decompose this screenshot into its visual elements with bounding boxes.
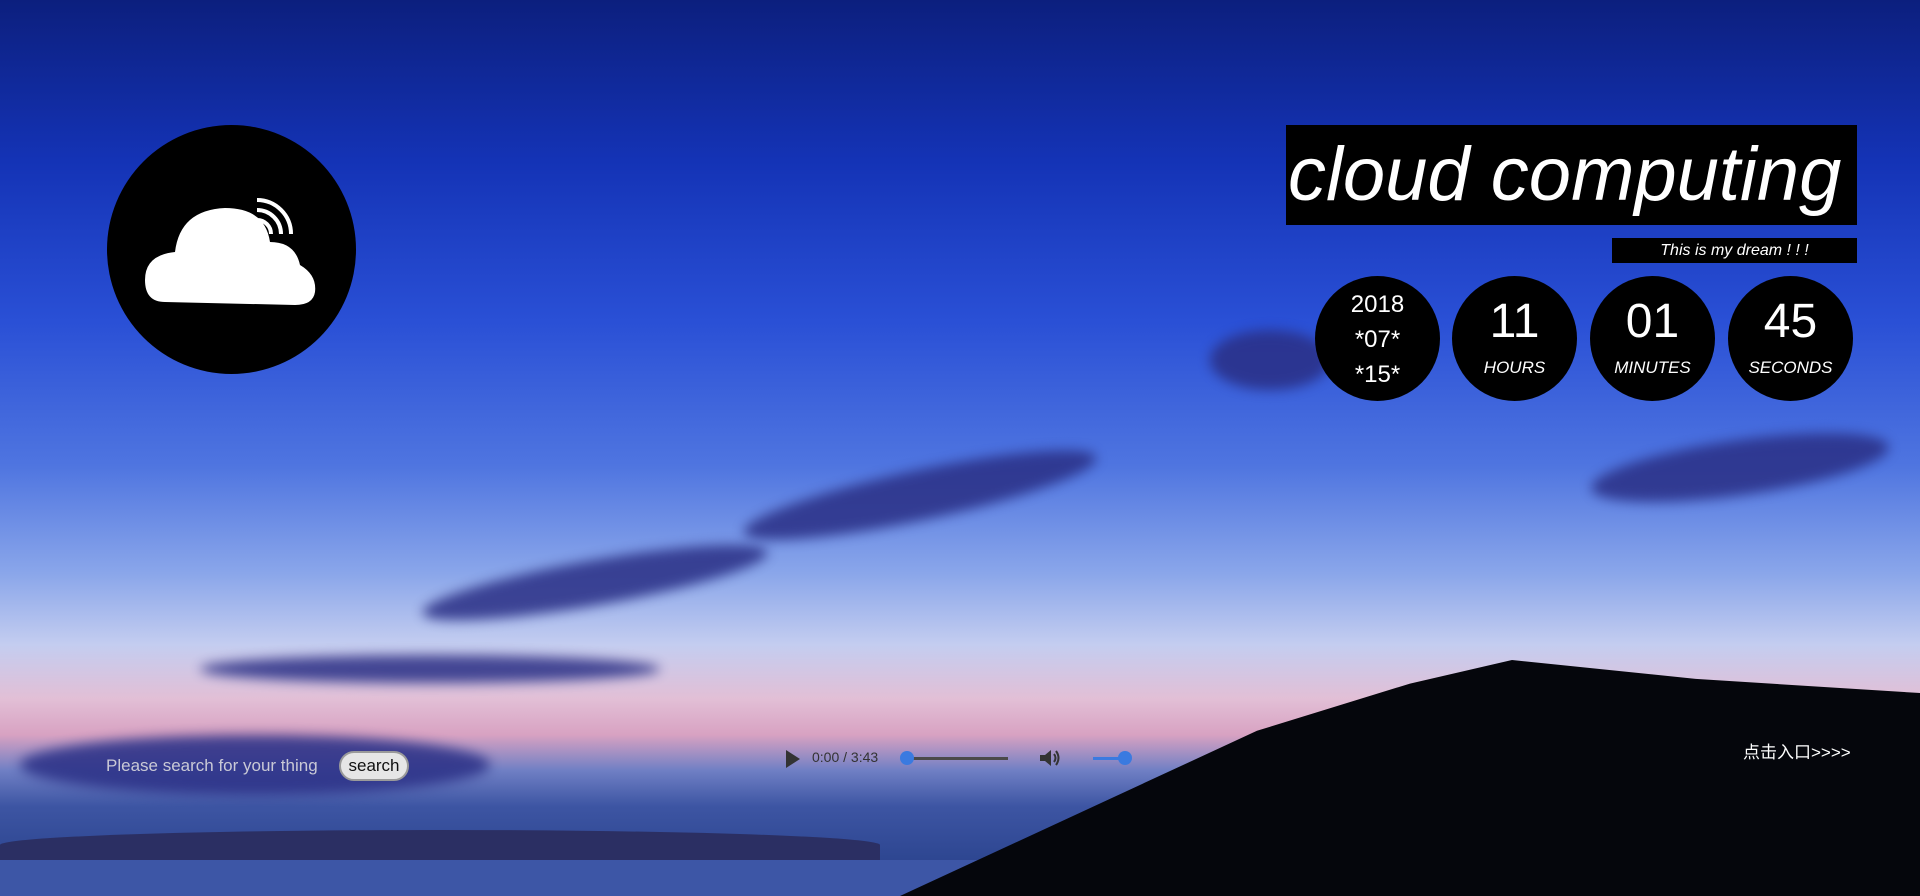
page-title: cloud computing <box>1286 125 1857 225</box>
date-year: 2018 <box>1350 291 1405 318</box>
logo <box>107 125 356 374</box>
play-icon[interactable] <box>786 750 800 768</box>
seconds-value: 45 <box>1763 295 1818 348</box>
search-input[interactable]: Please search for your thing <box>106 756 318 776</box>
date-day: *15* <box>1354 361 1401 388</box>
seconds-circle: 45 SECONDS <box>1728 276 1853 401</box>
progress-handle[interactable] <box>900 751 914 765</box>
minutes-label: MINUTES <box>1614 358 1691 377</box>
date-circle: 2018 *07* *15* <box>1315 276 1440 401</box>
hours-label: HOURS <box>1483 358 1546 377</box>
minutes-value: 01 <box>1625 295 1680 348</box>
audio-player: 0:00 / 3:43 <box>768 738 1146 778</box>
seconds-label: SECONDS <box>1748 358 1833 377</box>
entry-link[interactable]: 点击入口>>>> <box>1743 738 1851 763</box>
minutes-circle: 01 MINUTES <box>1590 276 1715 401</box>
search-button[interactable]: search <box>339 751 409 781</box>
progress-bar[interactable] <box>903 757 1008 760</box>
volume-icon[interactable] <box>1038 747 1062 769</box>
date-month: *07* <box>1354 326 1401 353</box>
hours-value: 11 <box>1489 295 1540 348</box>
volume-handle[interactable] <box>1118 751 1132 765</box>
time-display: 0:00 / 3:43 <box>812 749 879 765</box>
cloud-signal-icon <box>145 198 316 305</box>
hours-circle: 11 HOURS <box>1452 276 1577 401</box>
page-subtitle: This is my dream ! ! ! <box>1612 238 1857 263</box>
